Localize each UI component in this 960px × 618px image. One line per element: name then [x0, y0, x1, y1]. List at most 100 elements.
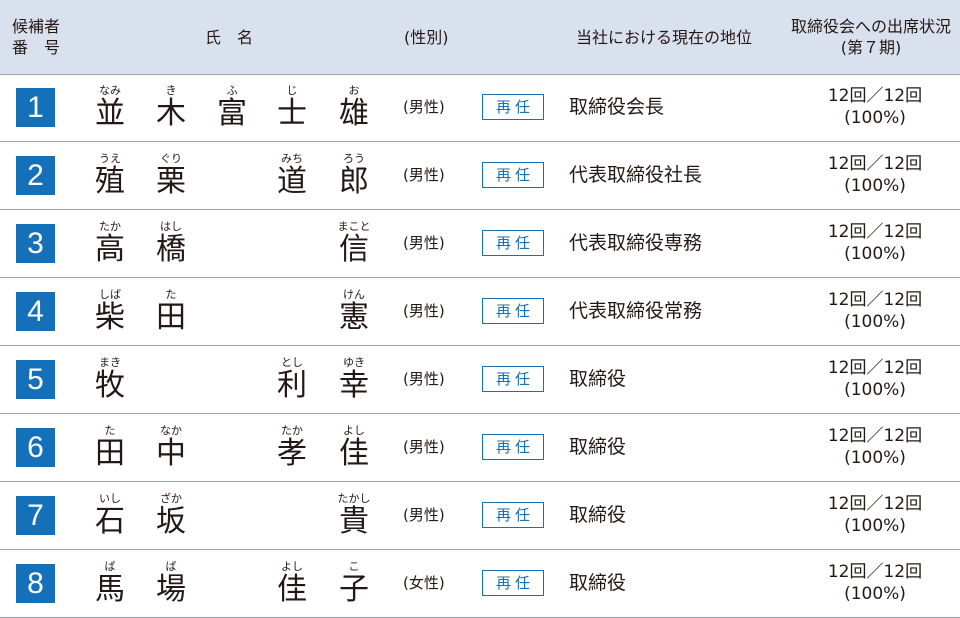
name-char: ゆき幸	[334, 346, 374, 413]
attendance-count: 12回／12回	[827, 494, 923, 514]
current-position: 代表取締役社長	[569, 164, 703, 186]
name-char	[212, 414, 252, 481]
candidate-number-badge: 8	[16, 564, 55, 603]
attendance-rate: (100%)	[844, 380, 906, 400]
attendance-rate: (100%)	[844, 516, 906, 536]
table-row: 6 た田なか中 たか孝よし佳 (男性) 再任 取締役 12回／12回 (100%)	[0, 414, 960, 482]
gender: (女性)	[403, 574, 445, 592]
attendance-count: 12回／12回	[827, 222, 923, 242]
attendance: 12回／12回 (100%)	[790, 85, 960, 129]
name-char	[212, 210, 252, 277]
name-char: た田	[151, 278, 191, 345]
attendance-count: 12回／12回	[827, 358, 923, 378]
attendance-rate: (100%)	[844, 176, 906, 196]
name-char	[272, 278, 312, 345]
name-kanji: 坂	[156, 504, 186, 539]
name-kanji: 信	[339, 232, 369, 267]
candidate-number-badge: 4	[16, 292, 55, 331]
current-position: 取締役	[569, 368, 627, 390]
attendance-count: 12回／12回	[827, 290, 923, 310]
table-header: 候補者 番 号 氏 名 (性別) 当社における現在の地位 取締役会への出席状況 …	[0, 0, 960, 75]
reappointment-badge: 再任	[482, 94, 544, 120]
current-position: 取締役	[569, 572, 627, 594]
name-kanji: 貴	[339, 504, 369, 539]
name-kanji: 橋	[156, 232, 186, 267]
gender: (男性)	[403, 234, 445, 252]
name-char: まこと信	[334, 210, 374, 277]
name-char	[212, 142, 252, 209]
name-char: よし佳	[272, 550, 312, 617]
candidate-number-badge: 6	[16, 428, 55, 467]
name-char: たか孝	[272, 414, 312, 481]
name-char: お雄	[334, 74, 374, 141]
name-kanji: 並	[95, 96, 125, 131]
candidate-number-badge: 7	[16, 496, 55, 535]
name-kanji: 子	[339, 572, 369, 607]
name-char: しば柴	[90, 278, 130, 345]
name-char: たか高	[90, 210, 130, 277]
name-kanji: 佳	[339, 436, 369, 471]
current-position: 代表取締役常務	[569, 300, 703, 322]
name-char: ば馬	[90, 550, 130, 617]
attendance: 12回／12回 (100%)	[790, 221, 960, 265]
header-gender: (性別)	[404, 28, 449, 47]
name-char	[212, 346, 252, 413]
candidate-number-badge: 2	[16, 156, 55, 195]
attendance-count: 12回／12回	[827, 426, 923, 446]
name-char	[272, 210, 312, 277]
name-char: いし石	[90, 482, 130, 549]
name-char	[212, 550, 252, 617]
attendance-count: 12回／12回	[827, 86, 923, 106]
table-row: 4 しば柴た田 けん憲 (男性) 再任 代表取締役常務 12回／12回 (100%)	[0, 278, 960, 346]
name-kanji: 郎	[339, 164, 369, 199]
name-kanji: 孝	[277, 436, 307, 471]
name-kanji: 場	[156, 572, 186, 607]
gender: (男性)	[403, 302, 445, 320]
name-char: ろう郎	[334, 142, 374, 209]
attendance: 12回／12回 (100%)	[790, 153, 960, 197]
gender: (男性)	[403, 506, 445, 524]
attendance: 12回／12回 (100%)	[790, 425, 960, 469]
table-row: 5 まき牧 とし利ゆき幸 (男性) 再任 取締役 12回／12回 (100%)	[0, 346, 960, 414]
name-kanji: 田	[95, 436, 125, 471]
name-kanji: 雄	[339, 96, 369, 131]
reappointment-badge: 再任	[482, 366, 544, 392]
header-attendance-line1: 取締役会への出席状況	[790, 17, 951, 36]
name-char	[272, 482, 312, 549]
header-number-line2: 番 号	[12, 38, 61, 57]
current-position: 取締役	[569, 436, 627, 458]
table-row: 2 うえ殖ぐり栗 みち道ろう郎 (男性) 再任 代表取締役社長 12回／12回 (100%)	[0, 142, 960, 210]
attendance-rate: (100%)	[844, 584, 906, 604]
name-char: はし橋	[151, 210, 191, 277]
name-char: たかし貴	[334, 482, 374, 549]
table-row: 3 たか高はし橋 まこと信 (男性) 再任 代表取締役専務 12回／12回 (100%)	[0, 210, 960, 278]
name-char: みち道	[272, 142, 312, 209]
name-kanji: 栗	[156, 164, 186, 199]
name-char: こ子	[334, 550, 374, 617]
name-kanji: 柴	[95, 300, 125, 335]
name-char: なみ並	[90, 74, 130, 141]
name-kanji: 中	[156, 436, 186, 471]
candidate-table: 候補者 番 号 氏 名 (性別) 当社における現在の地位 取締役会への出席状況 …	[0, 0, 960, 618]
name-kanji: 牧	[95, 368, 125, 403]
name-kanji: 富	[217, 96, 247, 131]
name-char: よし佳	[334, 414, 374, 481]
header-attendance-line2: (第７期)	[840, 38, 902, 57]
name-kanji: 高	[95, 232, 125, 267]
name-char: なか中	[151, 414, 191, 481]
gender: (男性)	[403, 98, 445, 116]
name-char: じ士	[272, 74, 312, 141]
name-kanji: 石	[95, 504, 125, 539]
attendance: 12回／12回 (100%)	[790, 561, 960, 605]
name-char: まき牧	[90, 346, 130, 413]
name-char: ぐり栗	[151, 142, 191, 209]
name-kanji: 幸	[339, 368, 369, 403]
attendance: 12回／12回 (100%)	[790, 493, 960, 537]
name-kanji: 殖	[95, 164, 125, 199]
name-char: けん憲	[334, 278, 374, 345]
reappointment-badge: 再任	[482, 298, 544, 324]
name-kanji: 憲	[339, 300, 369, 335]
attendance-count: 12回／12回	[827, 562, 923, 582]
table-row: 8 ば馬ば場 よし佳こ子 (女性) 再任 取締役 12回／12回 (100%)	[0, 550, 960, 618]
gender: (男性)	[403, 166, 445, 184]
